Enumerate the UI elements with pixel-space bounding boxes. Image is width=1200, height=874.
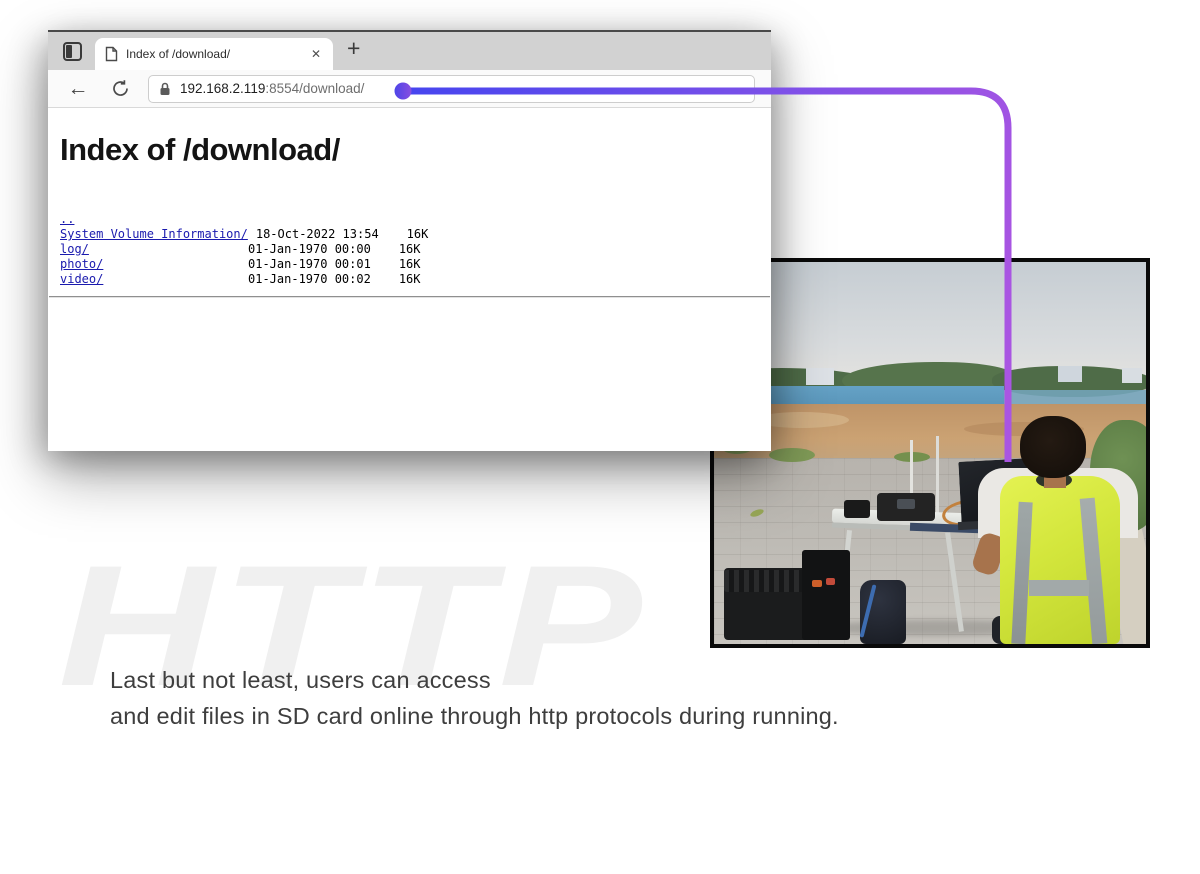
- listing-row: ..: [60, 212, 759, 227]
- tab-title: Index of /download/: [126, 47, 309, 61]
- file-date: 01-Jan-1970 00:01: [240, 257, 371, 271]
- file-date: 01-Jan-1970 00:02: [240, 272, 371, 286]
- photo-vest-stripe: [1029, 580, 1089, 596]
- listing-divider: [49, 296, 770, 298]
- file-date: 01-Jan-1970 00:00: [240, 242, 371, 256]
- dir-link[interactable]: photo/: [60, 257, 240, 272]
- file-date: 18-Oct-2022 13:54: [248, 227, 379, 241]
- file-size: 16K: [399, 272, 421, 286]
- photo-camera: [844, 500, 870, 518]
- page-icon: [105, 46, 118, 62]
- photo-scene: [714, 262, 1146, 644]
- tab-bar: Index of /download/ ✕ +: [48, 30, 771, 70]
- dir-link[interactable]: System Volume Information/: [60, 227, 248, 242]
- tab-management-icon[interactable]: [63, 42, 82, 61]
- back-icon[interactable]: ←: [66, 78, 90, 99]
- browser-toolbar: ← 192.168.2.119:8554/download/: [48, 70, 771, 108]
- photo-building: [1058, 366, 1082, 382]
- tab-close-icon[interactable]: ✕: [309, 47, 323, 61]
- directory-listing: .. System Volume Information/18-Oct-2022…: [60, 212, 759, 298]
- dir-link[interactable]: video/: [60, 272, 240, 287]
- caption-line-1: Last but not least, users can access: [110, 662, 839, 698]
- photo-battery-box: [802, 550, 850, 640]
- photo-grass: [769, 448, 815, 462]
- file-size: 16K: [399, 242, 421, 256]
- new-tab-icon[interactable]: +: [347, 37, 360, 60]
- photo-battery-connector: [812, 580, 822, 587]
- listing-row: photo/01-Jan-1970 00:01 16K: [60, 257, 759, 272]
- photo-building: [1122, 368, 1142, 383]
- file-size: 16K: [399, 257, 421, 271]
- photo-person-head: [1020, 416, 1086, 478]
- listing-row: log/01-Jan-1970 00:00 16K: [60, 242, 759, 257]
- lock-icon[interactable]: [159, 82, 171, 96]
- page-content: Index of /download/ .. System Volume Inf…: [48, 108, 771, 451]
- address-bar[interactable]: 192.168.2.119:8554/download/: [148, 75, 755, 103]
- photo-controller-screen: [897, 499, 915, 509]
- photo-battery-connector: [826, 578, 835, 585]
- dir-link[interactable]: log/: [60, 242, 240, 257]
- file-size: 16K: [407, 227, 429, 241]
- page: HTTP: [0, 0, 1200, 874]
- browser-tab[interactable]: Index of /download/ ✕: [95, 38, 333, 70]
- photo-building: [806, 368, 834, 385]
- page-title: Index of /download/: [60, 132, 771, 168]
- field-operation-photo: [710, 258, 1150, 648]
- listing-row: video/01-Jan-1970 00:02 16K: [60, 272, 759, 287]
- parent-dir-link[interactable]: ..: [60, 212, 74, 226]
- photo-antenna: [936, 436, 939, 516]
- caption-line-2: and edit files in SD card online through…: [110, 698, 839, 734]
- tab-management-icon-fill: [66, 45, 72, 58]
- listing-row: System Volume Information/18-Oct-2022 13…: [60, 227, 759, 242]
- url-host: 192.168.2.119: [180, 81, 265, 96]
- refresh-icon[interactable]: [108, 79, 132, 98]
- caption: Last but not least, users can access and…: [110, 662, 839, 734]
- browser-window: Index of /download/ ✕ + ← 19: [48, 30, 771, 450]
- url-path: :8554/download/: [265, 81, 364, 96]
- photo-equipment-case-lid: [724, 570, 812, 592]
